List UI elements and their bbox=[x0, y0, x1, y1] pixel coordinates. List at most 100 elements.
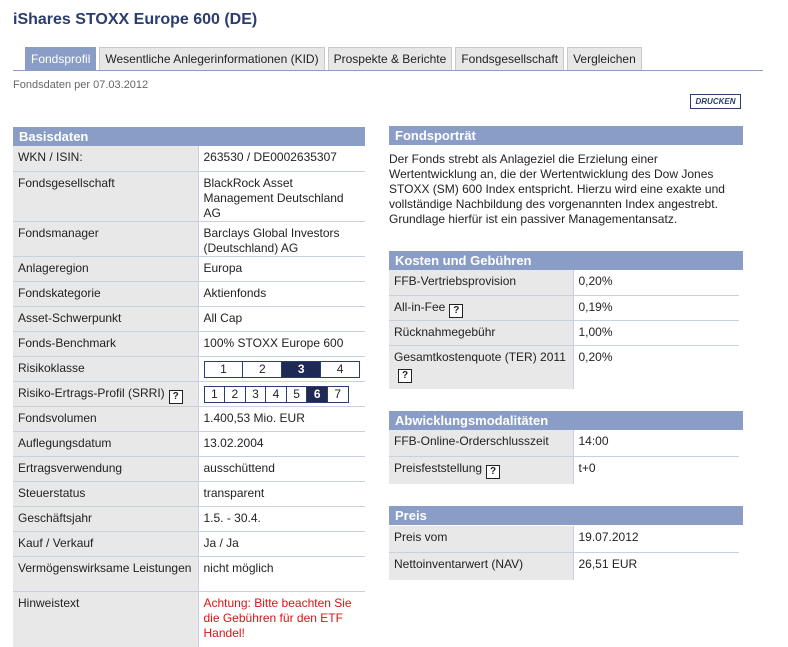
data-as-of-date: Fondsdaten per 07.03.2012 bbox=[13, 79, 149, 91]
row-value: 0,20% bbox=[573, 345, 739, 389]
srri-step: 3 bbox=[246, 386, 267, 402]
srri-step: 2 bbox=[225, 386, 246, 402]
srri-step-selected: 6 bbox=[307, 386, 328, 402]
basisdaten-heading: Basisdaten bbox=[13, 127, 365, 146]
table-row: Nettoinventarwert (NAV) 26,51 EUR bbox=[389, 552, 739, 580]
help-icon[interactable]: ? bbox=[398, 368, 412, 383]
print-button[interactable]: DRUCKEN bbox=[690, 94, 741, 109]
row-label: Geschäftsjahr bbox=[13, 506, 199, 532]
tab-divider bbox=[13, 70, 763, 71]
tab-kid[interactable]: Wesentliche Anlegerinformationen (KID) bbox=[99, 47, 325, 71]
row-label: Kauf / Verkauf bbox=[13, 531, 199, 557]
row-label: Hinweistext bbox=[13, 591, 199, 647]
table-row: Ertragsverwendung ausschüttend bbox=[13, 456, 365, 482]
row-label: FFB-Vertriebsprovision bbox=[389, 270, 574, 296]
row-value: 1,00% bbox=[573, 320, 739, 346]
tab-bar: Fondsprofil Wesentliche Anlegerinformati… bbox=[25, 47, 645, 71]
row-label: Anlageregion bbox=[13, 256, 199, 282]
preis-heading: Preis bbox=[389, 506, 743, 525]
table-row: Vermögenswirksame Leistungen nicht mögli… bbox=[13, 556, 365, 592]
preis-table: Preis vom 19.07.2012 Nettoinventarwert (… bbox=[389, 526, 739, 580]
kosten-heading: Kosten und Gebühren bbox=[389, 251, 743, 270]
row-label: Nettoinventarwert (NAV) bbox=[389, 552, 574, 580]
table-row: Fonds-Benchmark 100% STOXX Europe 600 bbox=[13, 331, 365, 357]
row-label: All-in-Fee bbox=[394, 299, 446, 314]
tab-fondsgesellschaft[interactable]: Fondsgesellschaft bbox=[455, 47, 565, 71]
table-row: Asset-Schwerpunkt All Cap bbox=[13, 306, 365, 332]
row-value: ausschüttend bbox=[198, 456, 365, 482]
table-row: Anlageregion Europa bbox=[13, 256, 365, 282]
row-value: Aktienfonds bbox=[198, 281, 365, 307]
row-value: nicht möglich bbox=[198, 556, 365, 592]
tab-vergleichen[interactable]: Vergleichen bbox=[567, 47, 642, 71]
row-label: Steuerstatus bbox=[13, 481, 199, 507]
row-label: WKN / ISIN: bbox=[13, 146, 199, 172]
srri-step: 1 bbox=[205, 386, 226, 402]
warning-text: Achtung: Bitte beachten Sie die Gebühren… bbox=[198, 591, 365, 647]
row-label: Fondskategorie bbox=[13, 281, 199, 307]
table-row: Fondskategorie Aktienfonds bbox=[13, 281, 365, 307]
row-label: FFB-Online-Orderschlusszeit bbox=[389, 430, 574, 457]
table-row: Steuerstatus transparent bbox=[13, 481, 365, 507]
row-value: All Cap bbox=[198, 306, 365, 332]
row-value: 13.02.2004 bbox=[198, 431, 365, 457]
row-value: Europa bbox=[198, 256, 365, 282]
row-value: Barclays Global Investors (Deutschland) … bbox=[198, 221, 365, 257]
risk-class-step: 2 bbox=[243, 361, 283, 377]
row-label: Risiko-Ertrags-Profil (SRRI) bbox=[18, 385, 165, 400]
fondsportraet-text: Der Fonds strebt als Anlageziel die Erzi… bbox=[389, 152, 725, 226]
row-value: BlackRock Asset Management Deutschland A… bbox=[198, 171, 365, 222]
tab-fondsprofil[interactable]: Fondsprofil bbox=[25, 47, 97, 71]
basisdaten-table: WKN / ISIN: 263530 / DE0002635307 Fondsg… bbox=[13, 146, 365, 647]
row-value: transparent bbox=[198, 481, 365, 507]
row-value: 1.400,53 Mio. EUR bbox=[198, 406, 365, 432]
row-value: t+0 bbox=[573, 456, 739, 484]
table-row: Auflegungsdatum 13.02.2004 bbox=[13, 431, 365, 457]
table-row: Fondsgesellschaft BlackRock Asset Manage… bbox=[13, 171, 365, 222]
risk-class-step: 1 bbox=[205, 361, 244, 377]
row-value: 263530 / DE0002635307 bbox=[198, 146, 365, 172]
table-row: Risikoklasse 1 2 3 4 bbox=[13, 356, 365, 382]
srri-step: 5 bbox=[287, 386, 308, 402]
kosten-table: FFB-Vertriebsprovision 0,20% All-in-Fee?… bbox=[389, 270, 739, 389]
row-value: 14:00 bbox=[573, 430, 739, 457]
row-label: Preis vom bbox=[389, 526, 574, 553]
table-row: Gesamtkostenquote (TER) 2011? 0,20% bbox=[389, 345, 739, 389]
srri-step: 7 bbox=[334, 386, 342, 401]
row-label: Ertragsverwendung bbox=[13, 456, 199, 482]
srri-scale: 1 2 3 4 5 6 7 bbox=[203, 385, 349, 403]
help-icon[interactable]: ? bbox=[168, 389, 183, 404]
table-row: Fondsmanager Barclays Global Investors (… bbox=[13, 221, 365, 257]
table-row: WKN / ISIN: 263530 / DE0002635307 bbox=[13, 146, 365, 172]
risk-class-step: 4 bbox=[336, 361, 344, 376]
row-label: Vermögenswirksame Leistungen bbox=[13, 556, 199, 592]
row-value: 0,20% bbox=[573, 270, 739, 296]
table-row: Hinweistext Achtung: Bitte beachten Sie … bbox=[13, 591, 365, 647]
row-label: Fondsgesellschaft bbox=[13, 171, 199, 222]
row-label: Asset-Schwerpunkt bbox=[13, 306, 199, 332]
table-row: Geschäftsjahr 1.5. - 30.4. bbox=[13, 506, 365, 532]
row-value: 0,19% bbox=[573, 295, 739, 321]
risk-class-step-selected: 3 bbox=[282, 361, 322, 377]
row-value: 19.07.2012 bbox=[573, 526, 739, 553]
row-label: Rücknahmegebühr bbox=[389, 320, 574, 346]
tab-prospekte[interactable]: Prospekte & Berichte bbox=[327, 47, 453, 71]
row-label: Risikoklasse bbox=[13, 356, 199, 382]
page-title: iShares STOXX Europe 600 (DE) bbox=[13, 11, 258, 28]
row-label: Auflegungsdatum bbox=[13, 431, 199, 457]
table-row: Risiko-Ertrags-Profil (SRRI)? 1 2 3 4 5 … bbox=[13, 381, 365, 407]
row-label: Fondsvolumen bbox=[13, 406, 199, 432]
table-row: All-in-Fee? 0,19% bbox=[389, 295, 739, 321]
row-label: Gesamtkostenquote (TER) 2011 bbox=[394, 349, 566, 364]
table-row: Rücknahmegebühr 1,00% bbox=[389, 320, 739, 346]
row-label: Fondsmanager bbox=[13, 221, 199, 257]
help-icon[interactable]: ? bbox=[486, 464, 501, 479]
row-value: Ja / Ja bbox=[198, 531, 365, 557]
help-icon[interactable]: ? bbox=[449, 303, 464, 318]
table-row: Preis vom 19.07.2012 bbox=[389, 526, 739, 553]
table-row: Fondsvolumen 1.400,53 Mio. EUR bbox=[13, 406, 365, 432]
srri-step: 4 bbox=[266, 386, 287, 402]
table-row: FFB-Online-Orderschlusszeit 14:00 bbox=[389, 430, 739, 457]
row-value: 1.5. - 30.4. bbox=[198, 506, 365, 532]
row-value: 26,51 EUR bbox=[573, 552, 739, 580]
